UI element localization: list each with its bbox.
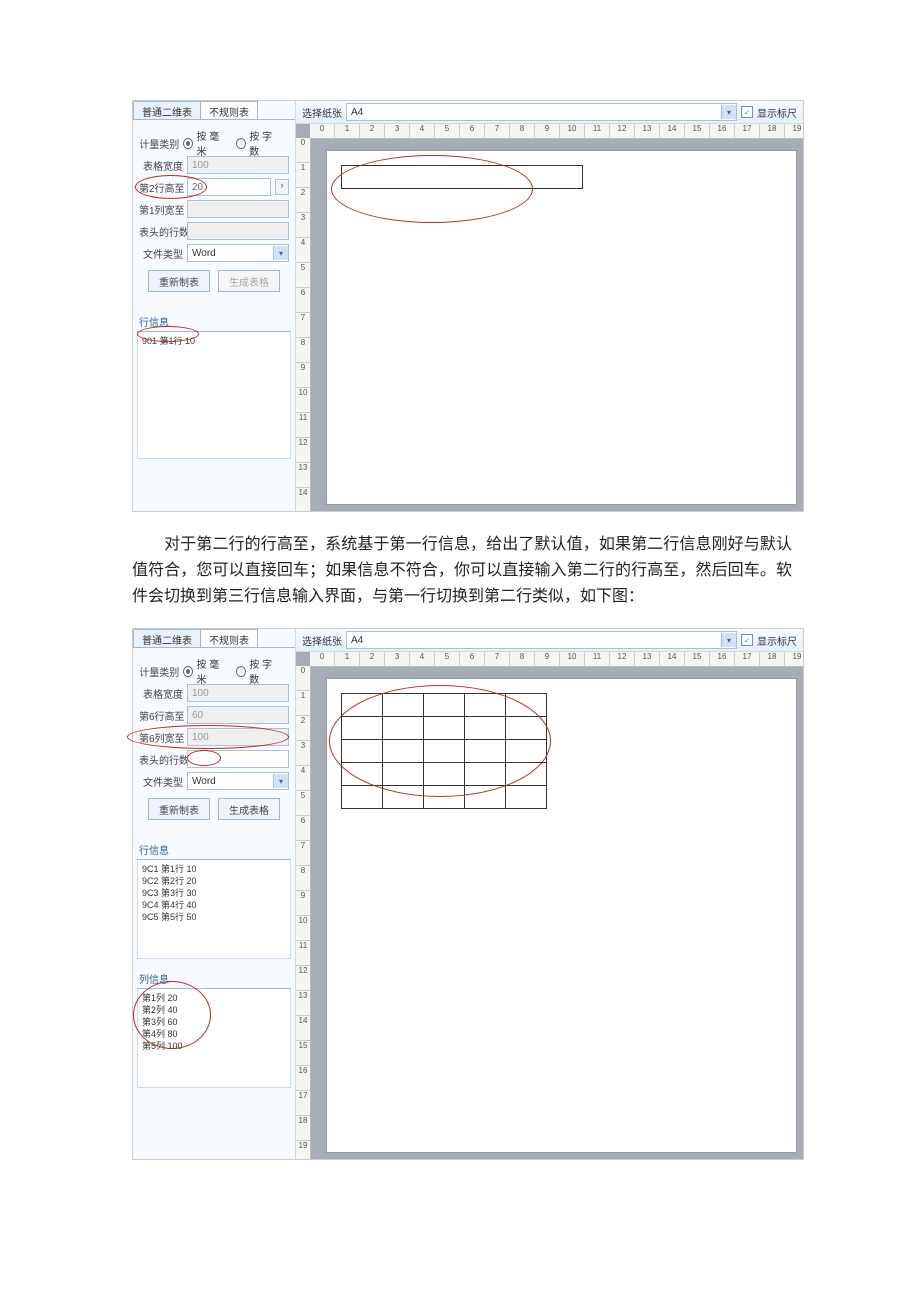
col6-label: 第6列宽至 (139, 730, 183, 745)
ruler-label: 显示标尺 (757, 633, 797, 648)
header-rows-label: 表头的行数 (139, 224, 183, 239)
tab-irregular[interactable]: 不规则表 (200, 101, 258, 119)
row2-label: 第2行高至 (139, 180, 183, 195)
preview-table (341, 165, 583, 189)
preview-area: 选择纸张 A4▾ ✓ 显示标尺 012345678910111213141516… (296, 629, 803, 1159)
ruler-checkbox[interactable]: ✓ (741, 106, 753, 118)
header-rows-input[interactable] (187, 750, 289, 768)
ruler-vertical: 0123456789101112131415 (296, 138, 311, 511)
measure-label: 计量类别 (139, 136, 179, 151)
row2-stepper[interactable]: › (275, 179, 289, 195)
chevron-down-icon: ▾ (273, 246, 288, 260)
ruler-vertical: 012345678910111213141516171819 (296, 666, 311, 1159)
file-type-select[interactable]: Word▾ (187, 244, 289, 262)
col1-label: 第1列宽至 (139, 202, 183, 217)
paper-select[interactable]: A4▾ (346, 103, 737, 121)
paper-label: 选择纸张 (302, 105, 342, 120)
row2-input[interactable]: 20 (187, 178, 271, 196)
radio-char[interactable]: 按 字数 (236, 656, 279, 686)
paper-select[interactable]: A4▾ (346, 631, 737, 649)
row6-label: 第6行高至 (139, 708, 183, 723)
ruler-horizontal: 01234567891011121314151617181920 (310, 652, 803, 667)
file-type-label: 文件类型 (139, 246, 183, 261)
side-panel: 普通二维表 不规则表 计量类别 按 毫米 按 字数 表格宽度 100 第2行高至… (133, 101, 296, 511)
header-rows-label: 表头的行数 (139, 752, 183, 767)
radio-mm[interactable]: 按 毫米 (183, 128, 226, 158)
tab-irregular[interactable]: 不规则表 (200, 629, 258, 647)
reset-button[interactable]: 重新制表 (148, 798, 210, 820)
paper-label: 选择纸张 (302, 633, 342, 648)
ruler-label: 显示标尺 (757, 105, 797, 120)
tab-normal[interactable]: 普通二维表 (133, 101, 201, 119)
row-info-title: 行信息 (137, 312, 291, 332)
generate-button[interactable]: 生成表格 (218, 798, 280, 820)
table-width-input[interactable]: 100 (187, 156, 289, 174)
paper-canvas (326, 150, 797, 505)
col1-input (187, 200, 289, 218)
paper-canvas (326, 678, 797, 1153)
body-paragraph: 对于第二行的行高至，系统基于第一行信息，给出了默认值，如果第二行信息刚好与默认值… (132, 532, 792, 610)
chevron-down-icon: ▾ (721, 105, 736, 119)
table-width-label: 表格宽度 (139, 158, 183, 173)
radio-char[interactable]: 按 字数 (236, 128, 279, 158)
col-info-box: 第1列 20第2列 40第3列 60第4列 80第5列 100 (137, 989, 291, 1088)
file-type-select[interactable]: Word▾ (187, 772, 289, 790)
col6-input[interactable]: 100 (187, 728, 289, 746)
header-rows-input (187, 222, 289, 240)
reset-button[interactable]: 重新制表 (148, 270, 210, 292)
screenshot-1: 普通二维表 不规则表 计量类别 按 毫米 按 字数 表格宽度 100 第2行高至… (132, 100, 804, 512)
col-info-title: 列信息 (137, 969, 291, 989)
preview-table (341, 693, 547, 809)
generate-button: 生成表格 (218, 270, 280, 292)
row-info-box: 9C1 第1行 109C2 第2行 209C3 第3行 309C4 第4行 40… (137, 860, 291, 959)
tab-normal[interactable]: 普通二维表 (133, 629, 201, 647)
side-panel: 普通二维表 不规则表 计量类别 按 毫米 按 字数 表格宽度 100 第6行高至… (133, 629, 296, 1159)
preview-area: 选择纸张 A4▾ ✓ 显示标尺 012345678910111213141516… (296, 101, 803, 511)
table-width-input[interactable]: 100 (187, 684, 289, 702)
chevron-down-icon: ▾ (721, 633, 736, 647)
file-type-label: 文件类型 (139, 774, 183, 789)
row-info-title: 行信息 (137, 840, 291, 860)
row6-input: 60 (187, 706, 289, 724)
ruler-checkbox[interactable]: ✓ (741, 634, 753, 646)
chevron-down-icon: ▾ (273, 774, 288, 788)
ruler-horizontal: 01234567891011121314151617181920 (310, 124, 803, 139)
row-info-box: 901 第1行 10 (137, 332, 291, 459)
measure-label: 计量类别 (139, 664, 179, 679)
screenshot-2: 普通二维表 不规则表 计量类别 按 毫米 按 字数 表格宽度 100 第6行高至… (132, 628, 804, 1160)
radio-mm[interactable]: 按 毫米 (183, 656, 226, 686)
table-width-label: 表格宽度 (139, 686, 183, 701)
